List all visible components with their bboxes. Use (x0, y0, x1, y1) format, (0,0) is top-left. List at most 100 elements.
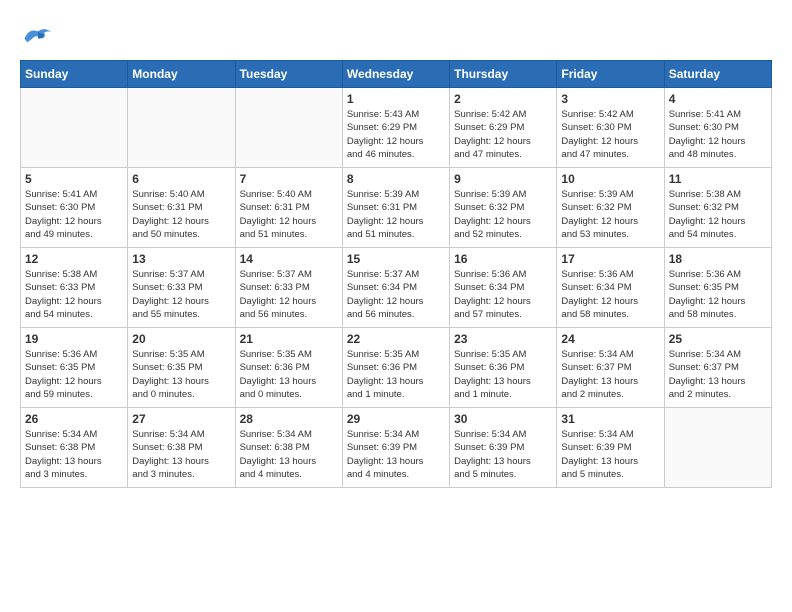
page-header (20, 20, 772, 50)
day-number: 30 (454, 412, 552, 426)
day-number: 15 (347, 252, 445, 266)
day-number: 19 (25, 332, 123, 346)
day-number: 18 (669, 252, 767, 266)
header-tuesday: Tuesday (235, 61, 342, 88)
header-wednesday: Wednesday (342, 61, 449, 88)
day-info: Sunrise: 5:40 AM Sunset: 6:31 PM Dayligh… (132, 188, 230, 241)
day-info: Sunrise: 5:36 AM Sunset: 6:34 PM Dayligh… (561, 268, 659, 321)
calendar-cell: 9 Sunrise: 5:39 AM Sunset: 6:32 PM Daylig… (450, 168, 557, 248)
calendar-cell: 23 Sunrise: 5:35 AM Sunset: 6:36 PM Dayli… (450, 328, 557, 408)
calendar-cell: 6 Sunrise: 5:40 AM Sunset: 6:31 PM Daylig… (128, 168, 235, 248)
calendar-cell (128, 88, 235, 168)
calendar-cell: 16 Sunrise: 5:36 AM Sunset: 6:34 PM Dayli… (450, 248, 557, 328)
day-info: Sunrise: 5:37 AM Sunset: 6:34 PM Dayligh… (347, 268, 445, 321)
day-number: 29 (347, 412, 445, 426)
day-number: 9 (454, 172, 552, 186)
day-number: 24 (561, 332, 659, 346)
header-thursday: Thursday (450, 61, 557, 88)
calendar-week-row: 1 Sunrise: 5:43 AM Sunset: 6:29 PM Daylig… (21, 88, 772, 168)
day-number: 6 (132, 172, 230, 186)
day-number: 17 (561, 252, 659, 266)
logo (20, 20, 60, 50)
day-number: 1 (347, 92, 445, 106)
day-number: 25 (669, 332, 767, 346)
day-number: 12 (25, 252, 123, 266)
calendar-cell: 2 Sunrise: 5:42 AM Sunset: 6:29 PM Daylig… (450, 88, 557, 168)
calendar-cell (664, 408, 771, 488)
day-number: 20 (132, 332, 230, 346)
day-number: 28 (240, 412, 338, 426)
calendar-cell: 4 Sunrise: 5:41 AM Sunset: 6:30 PM Daylig… (664, 88, 771, 168)
day-number: 31 (561, 412, 659, 426)
day-info: Sunrise: 5:35 AM Sunset: 6:35 PM Dayligh… (132, 348, 230, 401)
day-info: Sunrise: 5:42 AM Sunset: 6:29 PM Dayligh… (454, 108, 552, 161)
calendar-week-row: 12Sunrise: 5:38 AM Sunset: 6:33 PM Dayli… (21, 248, 772, 328)
day-info: Sunrise: 5:39 AM Sunset: 6:31 PM Dayligh… (347, 188, 445, 241)
day-number: 11 (669, 172, 767, 186)
calendar-cell: 17 Sunrise: 5:36 AM Sunset: 6:34 PM Dayli… (557, 248, 664, 328)
day-info: Sunrise: 5:41 AM Sunset: 6:30 PM Dayligh… (25, 188, 123, 241)
calendar-cell (21, 88, 128, 168)
day-number: 10 (561, 172, 659, 186)
day-info: Sunrise: 5:34 AM Sunset: 6:37 PM Dayligh… (561, 348, 659, 401)
calendar-cell: 28Sunrise: 5:34 AM Sunset: 6:38 PM Dayli… (235, 408, 342, 488)
header-sunday: Sunday (21, 61, 128, 88)
day-info: Sunrise: 5:41 AM Sunset: 6:30 PM Dayligh… (669, 108, 767, 161)
day-info: Sunrise: 5:36 AM Sunset: 6:35 PM Dayligh… (669, 268, 767, 321)
day-info: Sunrise: 5:35 AM Sunset: 6:36 PM Dayligh… (454, 348, 552, 401)
calendar-cell: 30Sunrise: 5:34 AM Sunset: 6:39 PM Dayli… (450, 408, 557, 488)
day-info: Sunrise: 5:40 AM Sunset: 6:31 PM Dayligh… (240, 188, 338, 241)
day-info: Sunrise: 5:34 AM Sunset: 6:39 PM Dayligh… (347, 428, 445, 481)
calendar-week-row: 26 Sunrise: 5:34 AM Sunset: 6:38 PM Dayli… (21, 408, 772, 488)
day-number: 3 (561, 92, 659, 106)
day-number: 23 (454, 332, 552, 346)
calendar-cell: 1 Sunrise: 5:43 AM Sunset: 6:29 PM Daylig… (342, 88, 449, 168)
calendar-cell: 18 Sunrise: 5:36 AM Sunset: 6:35 PM Dayli… (664, 248, 771, 328)
day-info: Sunrise: 5:34 AM Sunset: 6:37 PM Dayligh… (669, 348, 767, 401)
calendar-cell: 29 Sunrise: 5:34 AM Sunset: 6:39 PM Dayli… (342, 408, 449, 488)
calendar-cell: 3Sunrise: 5:42 AM Sunset: 6:30 PM Daylig… (557, 88, 664, 168)
calendar-cell: 24 Sunrise: 5:34 AM Sunset: 6:37 PM Dayli… (557, 328, 664, 408)
calendar-cell: 12Sunrise: 5:38 AM Sunset: 6:33 PM Dayli… (21, 248, 128, 328)
day-number: 4 (669, 92, 767, 106)
day-info: Sunrise: 5:34 AM Sunset: 6:39 PM Dayligh… (561, 428, 659, 481)
calendar-table: SundayMondayTuesdayWednesdayThursdayFrid… (20, 60, 772, 488)
day-info: Sunrise: 5:39 AM Sunset: 6:32 PM Dayligh… (454, 188, 552, 241)
day-info: Sunrise: 5:38 AM Sunset: 6:32 PM Dayligh… (669, 188, 767, 241)
calendar-cell: 20 Sunrise: 5:35 AM Sunset: 6:35 PM Dayli… (128, 328, 235, 408)
header-saturday: Saturday (664, 61, 771, 88)
day-number: 2 (454, 92, 552, 106)
logo-icon (20, 20, 56, 50)
header-friday: Friday (557, 61, 664, 88)
calendar-cell (235, 88, 342, 168)
calendar-cell: 14 Sunrise: 5:37 AM Sunset: 6:33 PM Dayli… (235, 248, 342, 328)
day-number: 7 (240, 172, 338, 186)
calendar-header-row: SundayMondayTuesdayWednesdayThursdayFrid… (21, 61, 772, 88)
calendar-cell: 21 Sunrise: 5:35 AM Sunset: 6:36 PM Dayli… (235, 328, 342, 408)
calendar-cell: 11 Sunrise: 5:38 AM Sunset: 6:32 PM Dayli… (664, 168, 771, 248)
calendar-cell: 5Sunrise: 5:41 AM Sunset: 6:30 PM Daylig… (21, 168, 128, 248)
day-number: 13 (132, 252, 230, 266)
header-monday: Monday (128, 61, 235, 88)
calendar-cell: 27 Sunrise: 5:34 AM Sunset: 6:38 PM Dayli… (128, 408, 235, 488)
calendar-cell: 19 Sunrise: 5:36 AM Sunset: 6:35 PM Dayli… (21, 328, 128, 408)
day-info: Sunrise: 5:43 AM Sunset: 6:29 PM Dayligh… (347, 108, 445, 161)
day-number: 27 (132, 412, 230, 426)
day-number: 22 (347, 332, 445, 346)
day-info: Sunrise: 5:36 AM Sunset: 6:34 PM Dayligh… (454, 268, 552, 321)
day-info: Sunrise: 5:37 AM Sunset: 6:33 PM Dayligh… (240, 268, 338, 321)
calendar-cell: 25 Sunrise: 5:34 AM Sunset: 6:37 PM Dayli… (664, 328, 771, 408)
day-number: 21 (240, 332, 338, 346)
day-number: 14 (240, 252, 338, 266)
calendar-cell: 15 Sunrise: 5:37 AM Sunset: 6:34 PM Dayli… (342, 248, 449, 328)
day-info: Sunrise: 5:36 AM Sunset: 6:35 PM Dayligh… (25, 348, 123, 401)
day-number: 16 (454, 252, 552, 266)
calendar-cell: 8Sunrise: 5:39 AM Sunset: 6:31 PM Daylig… (342, 168, 449, 248)
day-info: Sunrise: 5:34 AM Sunset: 6:38 PM Dayligh… (132, 428, 230, 481)
calendar-cell: 13Sunrise: 5:37 AM Sunset: 6:33 PM Dayli… (128, 248, 235, 328)
calendar-week-row: 5Sunrise: 5:41 AM Sunset: 6:30 PM Daylig… (21, 168, 772, 248)
day-info: Sunrise: 5:34 AM Sunset: 6:38 PM Dayligh… (25, 428, 123, 481)
day-number: 26 (25, 412, 123, 426)
calendar-cell: 26 Sunrise: 5:34 AM Sunset: 6:38 PM Dayli… (21, 408, 128, 488)
day-info: Sunrise: 5:35 AM Sunset: 6:36 PM Dayligh… (240, 348, 338, 401)
